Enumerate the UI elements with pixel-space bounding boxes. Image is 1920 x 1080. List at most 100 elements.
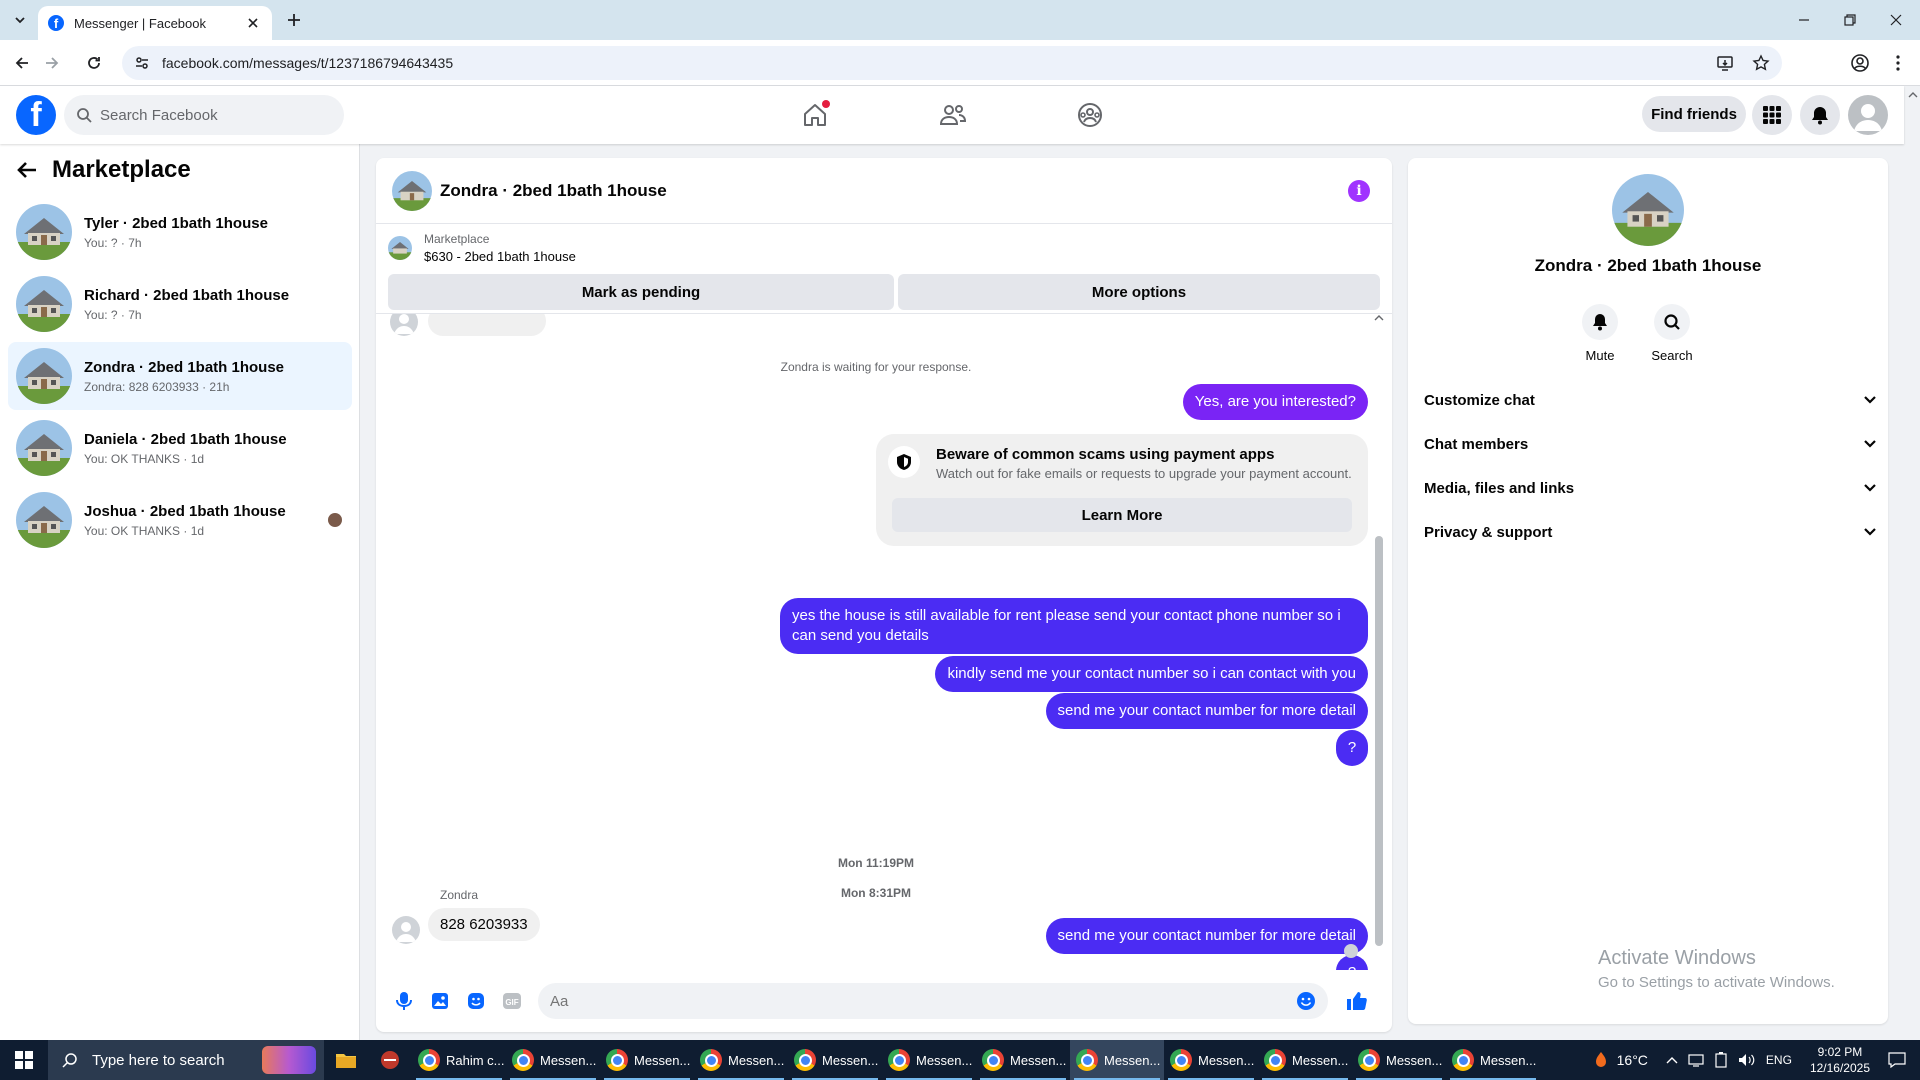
outgoing-message[interactable]: ? xyxy=(1336,730,1368,766)
facebook-search[interactable] xyxy=(64,95,344,135)
network-icon[interactable] xyxy=(1688,1053,1704,1067)
notifications-bell-icon[interactable] xyxy=(1800,95,1840,135)
find-friends-button[interactable]: Find friends xyxy=(1642,96,1746,132)
chrome-icon xyxy=(1076,1049,1098,1071)
notifications-center-icon[interactable] xyxy=(1888,1052,1906,1068)
privacy-support-row[interactable]: Privacy & support xyxy=(1424,514,1876,550)
chat-info-panel: Zondra · 2bed 1bath 1house Mute Search C… xyxy=(1408,158,1888,1024)
conversation-item-richard[interactable]: Richard · 2bed 1bath 1house You: ? · 7h xyxy=(8,270,352,338)
outgoing-message[interactable]: kindly send me your contact number so i … xyxy=(935,656,1368,692)
site-settings-icon[interactable] xyxy=(134,55,150,71)
windows-start-icon[interactable] xyxy=(0,1040,48,1080)
taskbar-app-label: Messen... xyxy=(1198,1052,1255,1068)
pinned-app-icon[interactable] xyxy=(368,1040,412,1080)
taskbar-app-5[interactable]: Messen... xyxy=(788,1040,882,1080)
back-arrow-icon[interactable] xyxy=(8,49,36,77)
sticker-icon[interactable] xyxy=(458,983,494,1019)
new-tab-plus-icon[interactable] xyxy=(282,8,306,32)
account-avatar[interactable] xyxy=(1848,95,1888,135)
tab-close-icon[interactable] xyxy=(244,14,262,32)
search-in-chat-button[interactable]: Search xyxy=(1642,304,1702,363)
taskbar-app-label: Messen... xyxy=(1386,1052,1443,1068)
friends-nav-icon[interactable] xyxy=(929,94,977,136)
taskbar-app-6[interactable]: Messen... xyxy=(882,1040,976,1080)
browser-tab[interactable]: f Messenger | Facebook xyxy=(38,6,272,40)
address-bar[interactable]: facebook.com/messages/t/1237186794643435 xyxy=(122,46,1782,80)
system-tray: 16°C ENG 9:02 PM 12/16/2025 xyxy=(1591,1040,1920,1080)
chat-avatar[interactable] xyxy=(392,170,432,211)
taskbar-app-9[interactable]: Messen... xyxy=(1164,1040,1258,1080)
outgoing-message[interactable]: yes the house is still available for ren… xyxy=(780,598,1368,654)
conversation-item-tyler[interactable]: Tyler · 2bed 1bath 1house You: ? · 7h xyxy=(8,198,352,266)
photo-attach-icon[interactable] xyxy=(422,983,458,1019)
taskbar-app-2[interactable]: Messen... xyxy=(506,1040,600,1080)
taskbar-app-8[interactable]: Messen... xyxy=(1070,1040,1164,1080)
emoji-icon[interactable] xyxy=(1296,991,1316,1011)
chevron-down-icon xyxy=(1864,440,1876,448)
chevron-up-icon[interactable] xyxy=(1666,1056,1678,1064)
restore-window-icon[interactable] xyxy=(1830,6,1870,34)
conversation-item-zondra[interactable]: Zondra · 2bed 1bath 1house Zondra: 828 6… xyxy=(8,342,352,410)
outgoing-message[interactable]: Yes, are you interested? xyxy=(1182,384,1368,420)
mute-button[interactable]: Mute xyxy=(1570,304,1630,363)
file-explorer-icon[interactable] xyxy=(324,1040,368,1080)
taskbar-app-12[interactable]: Messen... xyxy=(1446,1040,1540,1080)
groups-nav-icon[interactable] xyxy=(1066,94,1114,136)
info-icon[interactable]: i xyxy=(1348,180,1370,202)
conversation-item-daniela[interactable]: Daniela · 2bed 1bath 1house You: OK THAN… xyxy=(8,414,352,482)
customize-chat-row[interactable]: Customize chat xyxy=(1424,382,1876,418)
reload-icon[interactable] xyxy=(80,49,108,77)
incoming-message[interactable]: 828 6203933 xyxy=(428,908,540,941)
taskbar-search[interactable]: Type here to search xyxy=(48,1040,324,1080)
thumbs-up-icon[interactable] xyxy=(1338,983,1374,1019)
back-arrow-icon[interactable] xyxy=(16,159,38,181)
profile-icon[interactable] xyxy=(1846,49,1874,77)
home-nav-icon[interactable] xyxy=(791,94,839,136)
taskbar-app-4[interactable]: Messen... xyxy=(694,1040,788,1080)
forward-arrow-icon[interactable] xyxy=(38,49,66,77)
message-input-field[interactable] xyxy=(538,983,1328,1019)
minimize-window-icon[interactable] xyxy=(1784,6,1824,34)
conversation-name: Richard · 2bed 1bath 1house xyxy=(84,286,290,304)
taskbar-app-3[interactable]: Messen... xyxy=(600,1040,694,1080)
volume-icon[interactable] xyxy=(1738,1053,1756,1067)
scroll-up-arrow-icon[interactable] xyxy=(1374,314,1384,322)
media-files-links-row[interactable]: Media, files and links xyxy=(1424,470,1876,506)
tab-search-dropdown-icon[interactable] xyxy=(8,8,32,32)
bookmark-star-icon[interactable] xyxy=(1752,54,1770,72)
facebook-logo-icon[interactable]: f xyxy=(16,95,56,135)
browser-menu-icon[interactable] xyxy=(1884,49,1912,77)
section-label: Customize chat xyxy=(1424,391,1535,409)
install-app-icon[interactable] xyxy=(1716,54,1734,72)
outgoing-message[interactable]: send me your contact number for more det… xyxy=(1045,693,1368,729)
mark-as-pending-button[interactable]: Mark as pending xyxy=(388,274,894,310)
voice-clip-icon[interactable] xyxy=(386,983,422,1019)
menu-grid-icon[interactable] xyxy=(1752,95,1792,135)
facebook-favicon-icon: f xyxy=(48,15,64,31)
more-options-button[interactable]: More options xyxy=(898,274,1380,310)
scroll-up-arrow-icon[interactable] xyxy=(1908,90,1918,100)
taskbar-app-7[interactable]: Messen... xyxy=(976,1040,1070,1080)
battery-icon[interactable] xyxy=(1714,1052,1728,1068)
language-indicator[interactable]: ENG xyxy=(1766,1053,1792,1067)
taskbar-clock[interactable]: 9:02 PM 12/16/2025 xyxy=(1810,1044,1870,1076)
chat-members-row[interactable]: Chat members xyxy=(1424,426,1876,462)
close-window-icon[interactable] xyxy=(1876,6,1916,34)
chat-title[interactable]: Zondra · 2bed 1bath 1house xyxy=(440,181,667,201)
taskbar-app-1[interactable]: Rahim c... xyxy=(412,1040,506,1080)
taskbar-app-10[interactable]: Messen... xyxy=(1258,1040,1352,1080)
listing-thumbnail[interactable] xyxy=(388,236,412,260)
chat-scrollbar[interactable] xyxy=(1374,314,1384,970)
conversation-item-joshua[interactable]: Joshua · 2bed 1bath 1house You: OK THANK… xyxy=(8,486,352,554)
chrome-icon xyxy=(888,1049,910,1071)
learn-more-button[interactable]: Learn More xyxy=(892,498,1352,532)
gif-icon[interactable]: GIF xyxy=(494,983,530,1019)
profile-avatar[interactable] xyxy=(1612,174,1684,246)
message-input[interactable] xyxy=(550,992,1296,1010)
temperature[interactable]: 16°C xyxy=(1617,1052,1648,1068)
taskbar-app-11[interactable]: Messen... xyxy=(1352,1040,1446,1080)
listing-price[interactable]: $630 - 2bed 1bath 1house xyxy=(424,249,576,264)
weather-icon[interactable] xyxy=(1591,1050,1611,1070)
search-input[interactable] xyxy=(100,106,320,124)
url-text: facebook.com/messages/t/1237186794643435 xyxy=(162,55,454,71)
